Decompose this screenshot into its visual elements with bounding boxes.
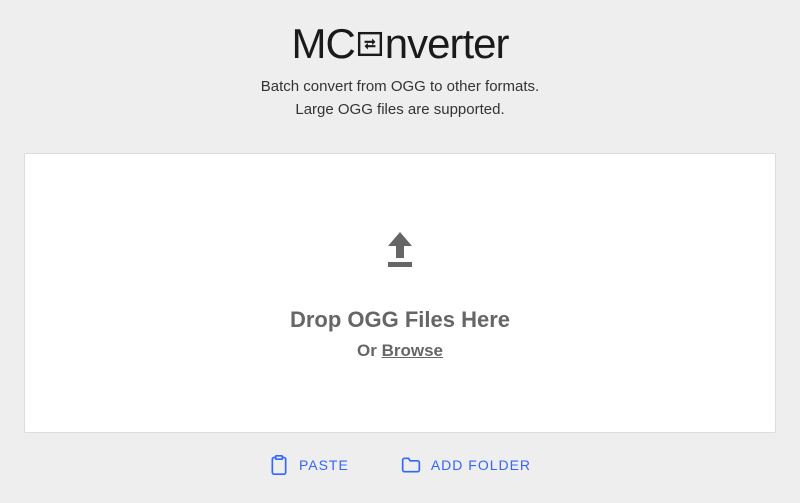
paste-button[interactable]: PASTE: [269, 455, 349, 475]
drop-or: Or: [357, 341, 382, 360]
drop-subtitle: Or Browse: [357, 341, 443, 361]
logo: MC nverter: [0, 0, 800, 76]
paste-label: PASTE: [299, 457, 349, 473]
logo-text: MC nverter: [291, 20, 508, 68]
drop-title: Drop OGG Files Here: [290, 307, 510, 333]
folder-icon: [401, 455, 421, 475]
upload-icon: [376, 226, 424, 279]
add-folder-button[interactable]: ADD FOLDER: [401, 455, 531, 475]
subtitle-line1: Batch convert from OGG to other formats.: [0, 76, 800, 99]
add-folder-label: ADD FOLDER: [431, 457, 531, 473]
page: MC nverter Batch convert from OGG to oth…: [0, 0, 800, 475]
subtitle: Batch convert from OGG to other formats.…: [0, 76, 800, 121]
logo-part2: nverter: [385, 20, 509, 68]
dropzone[interactable]: Drop OGG Files Here Or Browse: [24, 153, 776, 433]
dropzone-wrap: Drop OGG Files Here Or Browse: [0, 153, 800, 433]
convert-icon: [357, 31, 383, 57]
actions-row: PASTE ADD FOLDER: [0, 433, 800, 475]
logo-part1: MC: [291, 20, 354, 68]
browse-link[interactable]: Browse: [382, 341, 443, 360]
subtitle-line2: Large OGG files are supported.: [0, 99, 800, 122]
clipboard-icon: [269, 455, 289, 475]
